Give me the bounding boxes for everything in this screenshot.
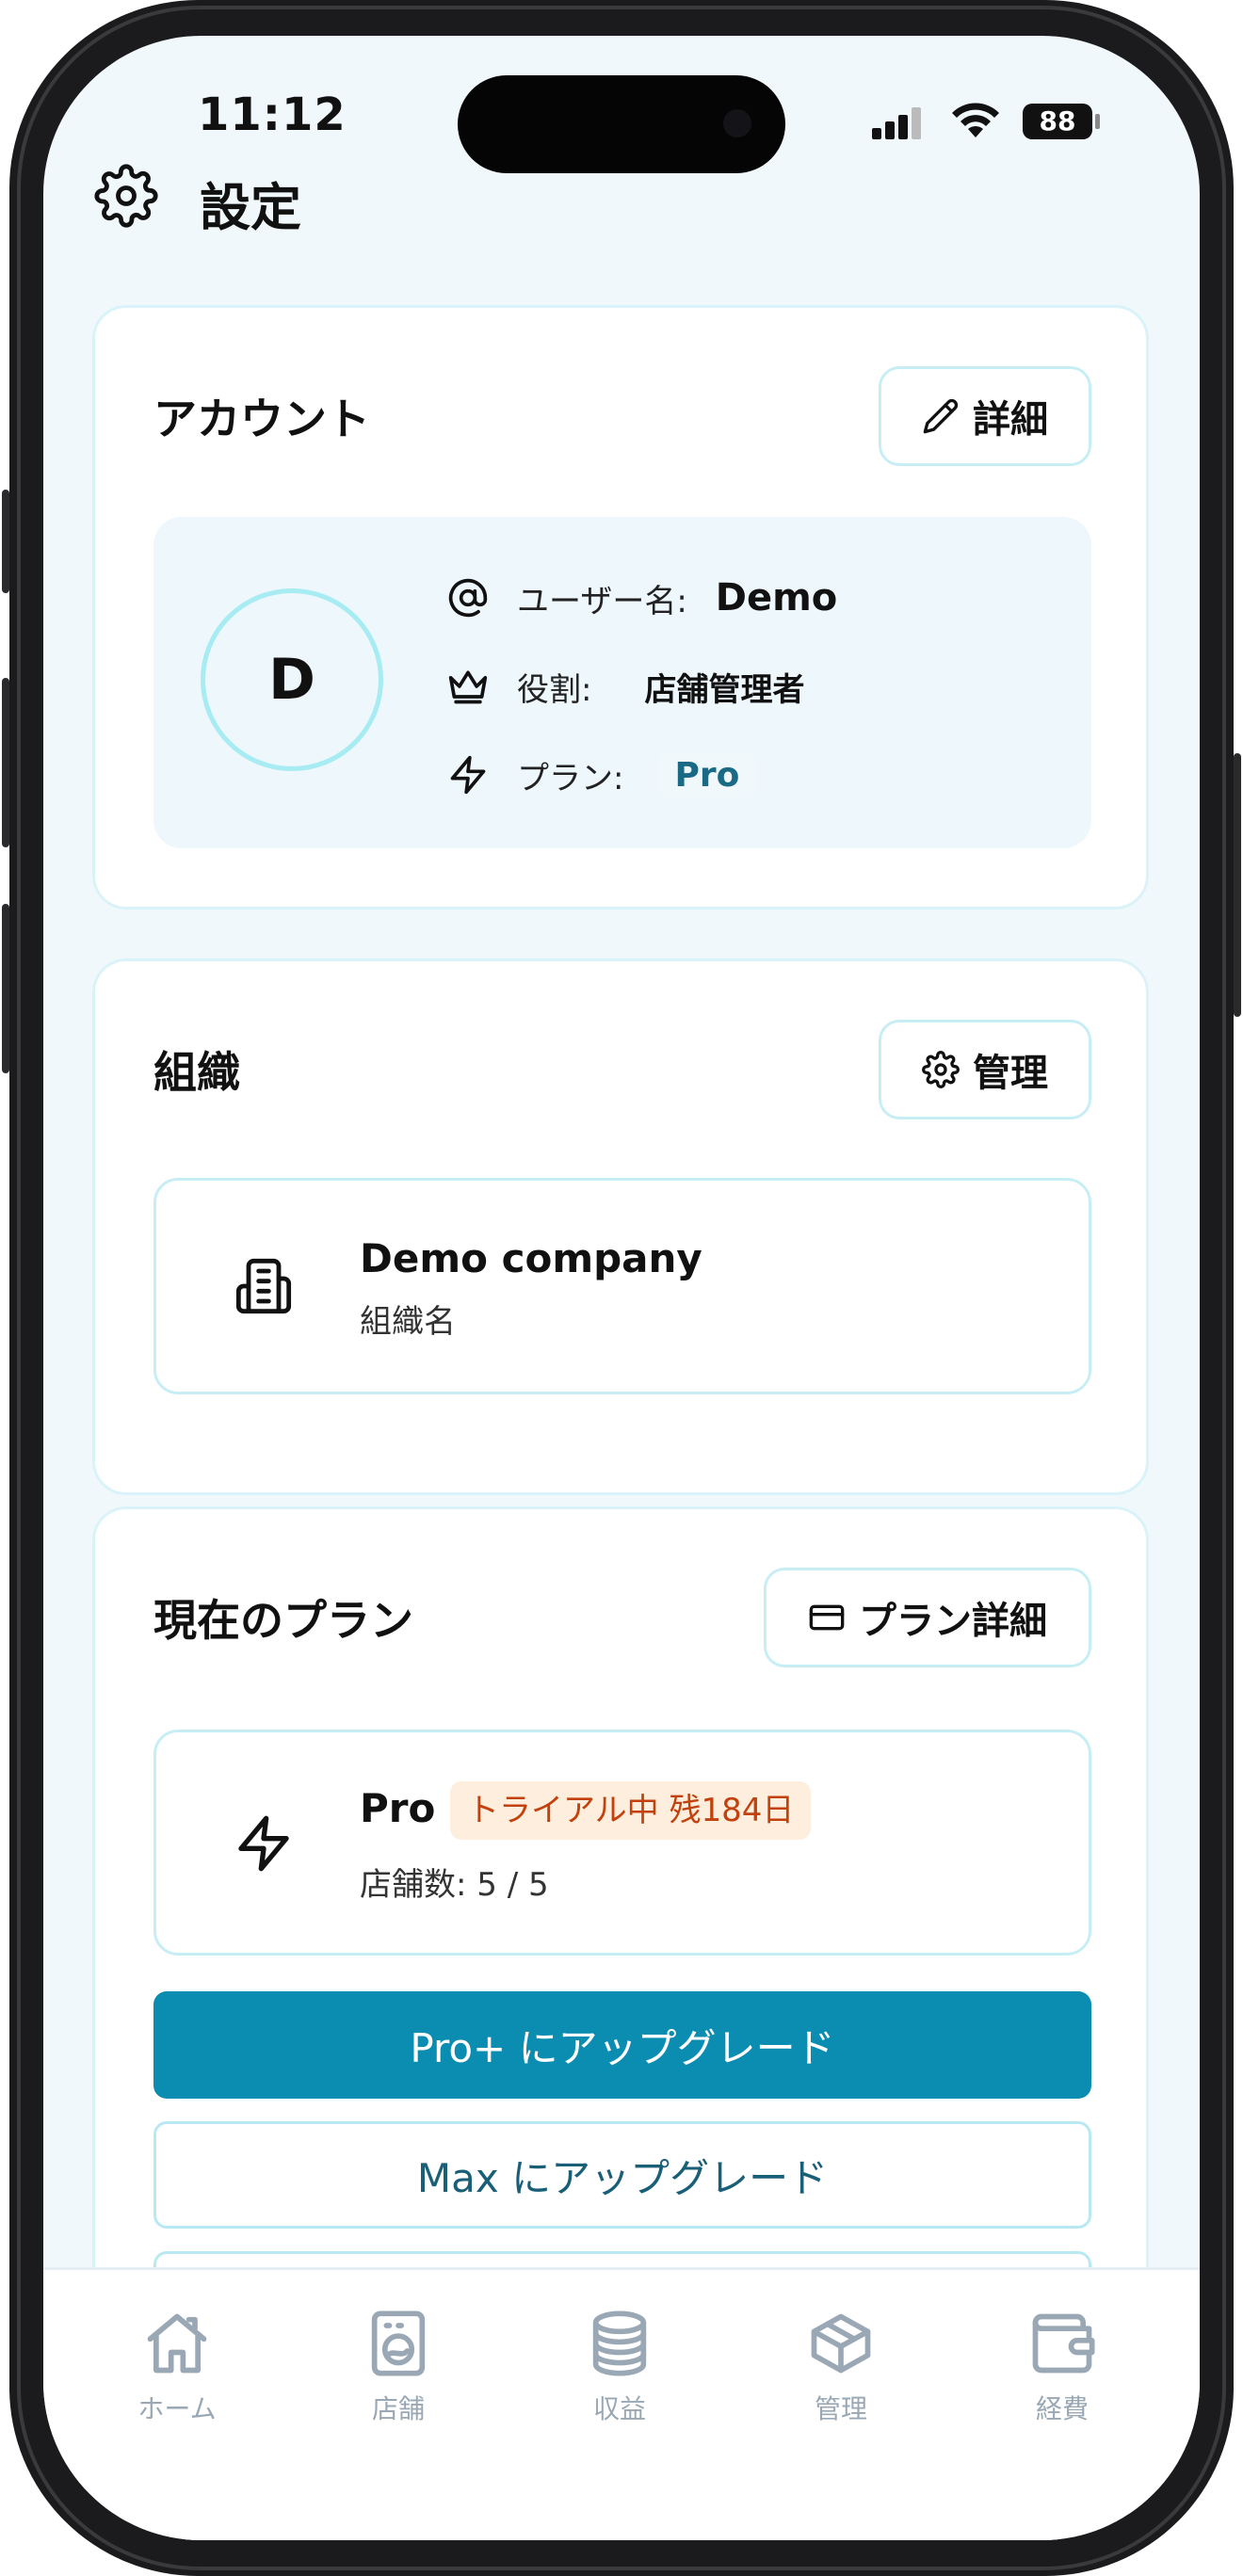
pencil-icon — [923, 398, 959, 434]
role-label: 役割: — [517, 670, 592, 709]
organization-name: Demo company — [360, 1235, 702, 1281]
battery-tip — [1095, 114, 1100, 129]
username-label: ユーザー名: — [517, 582, 687, 620]
plan-name: Pro — [360, 1785, 436, 1831]
at-sign-icon — [448, 578, 488, 618]
role-value: 店舗管理者 — [644, 670, 805, 709]
box-icon — [811, 2313, 871, 2374]
status-bar: 11:12 88 — [43, 36, 1200, 173]
organization-manage-button[interactable]: 管理 — [879, 1020, 1091, 1119]
role-row: 役割: 店舗管理者 — [447, 658, 804, 715]
camera-icon — [723, 109, 751, 137]
organization-title: 組織 — [153, 1047, 240, 1098]
plan-info-box: Pro トライアル中 残184日 店舗数: 5 / 5 — [153, 1730, 1091, 1956]
gear-icon — [94, 164, 158, 228]
battery-indicator: 88 — [1023, 104, 1092, 139]
status-time: 11:12 — [198, 89, 347, 141]
trial-status-badge: トライアル中 残184日 — [450, 1781, 812, 1840]
plan-value-badge: Pro — [657, 751, 757, 798]
organization-manage-label: 管理 — [973, 1052, 1048, 1095]
volume-down-button — [2, 904, 9, 1073]
cellular-signal-icon — [872, 105, 928, 139]
tab-management-label: 管理 — [814, 2393, 867, 2424]
store-count: 店舗数: 5 / 5 — [360, 1866, 549, 1904]
wallet-icon — [1032, 2313, 1095, 2374]
organization-name-caption: 組織名 — [360, 1303, 456, 1341]
tab-revenue[interactable]: 収益 — [549, 2308, 690, 2426]
building-icon — [235, 1258, 292, 1314]
organization-card: 組織 管理 Demo company 組織名 — [92, 958, 1149, 1495]
home-icon — [147, 2313, 207, 2374]
tab-expenses-label: 経費 — [1035, 2393, 1089, 2424]
tab-stores[interactable]: 店舗 — [328, 2308, 469, 2426]
database-icon — [592, 2310, 647, 2376]
bottom-tab-bar: ホーム 店舗 収益 管理 経費 — [43, 2267, 1200, 2540]
current-plan-card: 現在のプラン プラン詳細 Pro トライアル中 残184日 店舗数: 5 / 5… — [92, 1506, 1149, 2359]
crown-icon — [448, 670, 488, 704]
tab-stores-label: 店舗 — [371, 2393, 425, 2424]
tab-management[interactable]: 管理 — [770, 2308, 912, 2426]
account-detail-label: 詳細 — [973, 398, 1048, 442]
avatar: D — [201, 588, 383, 771]
dynamic-island — [458, 75, 785, 173]
account-card: アカウント 詳細 D ユーザー名: Demo 役割: 店舗管理者 プラン: Pr… — [92, 305, 1149, 910]
plan-row: プラン: Pro — [447, 747, 757, 803]
username-row: ユーザー名: Demo — [447, 570, 837, 626]
username-value: Demo — [715, 576, 838, 620]
wifi-icon — [952, 103, 999, 137]
upgrade-proplus-button[interactable]: Pro+ にアップグレード — [153, 1991, 1091, 2099]
account-info-box: D ユーザー名: Demo 役割: 店舗管理者 プラン: Pro — [153, 517, 1091, 848]
tab-revenue-label: 収益 — [592, 2393, 646, 2424]
organization-info-box: Demo company 組織名 — [153, 1178, 1091, 1394]
tab-expenses[interactable]: 経費 — [992, 2308, 1133, 2426]
lightning-icon — [450, 755, 486, 795]
page-title: 設定 — [200, 178, 301, 237]
tab-home[interactable]: ホーム — [106, 2308, 248, 2426]
action-button — [2, 490, 9, 593]
app-screen: 11:12 88 設定 アカウント 詳細 D ユーザー名: Demo 役割: 店… — [43, 36, 1200, 2540]
account-detail-button[interactable]: 詳細 — [879, 366, 1091, 466]
credit-card-icon — [809, 1604, 845, 1631]
lightning-icon — [238, 1815, 289, 1872]
upgrade-max-button[interactable]: Max にアップグレード — [153, 2121, 1091, 2229]
current-plan-title: 現在のプラン — [153, 1595, 413, 1646]
plan-detail-button[interactable]: プラン詳細 — [764, 1568, 1091, 1667]
plan-detail-label: プラン詳細 — [859, 1600, 1047, 1643]
tab-home-label: ホーム — [137, 2393, 217, 2424]
washing-machine-icon — [371, 2310, 426, 2376]
power-button — [1234, 753, 1241, 1017]
volume-up-button — [2, 678, 9, 847]
plan-label: プラン: — [517, 759, 624, 797]
gear-icon — [922, 1051, 960, 1088]
account-title: アカウント — [153, 394, 370, 444]
